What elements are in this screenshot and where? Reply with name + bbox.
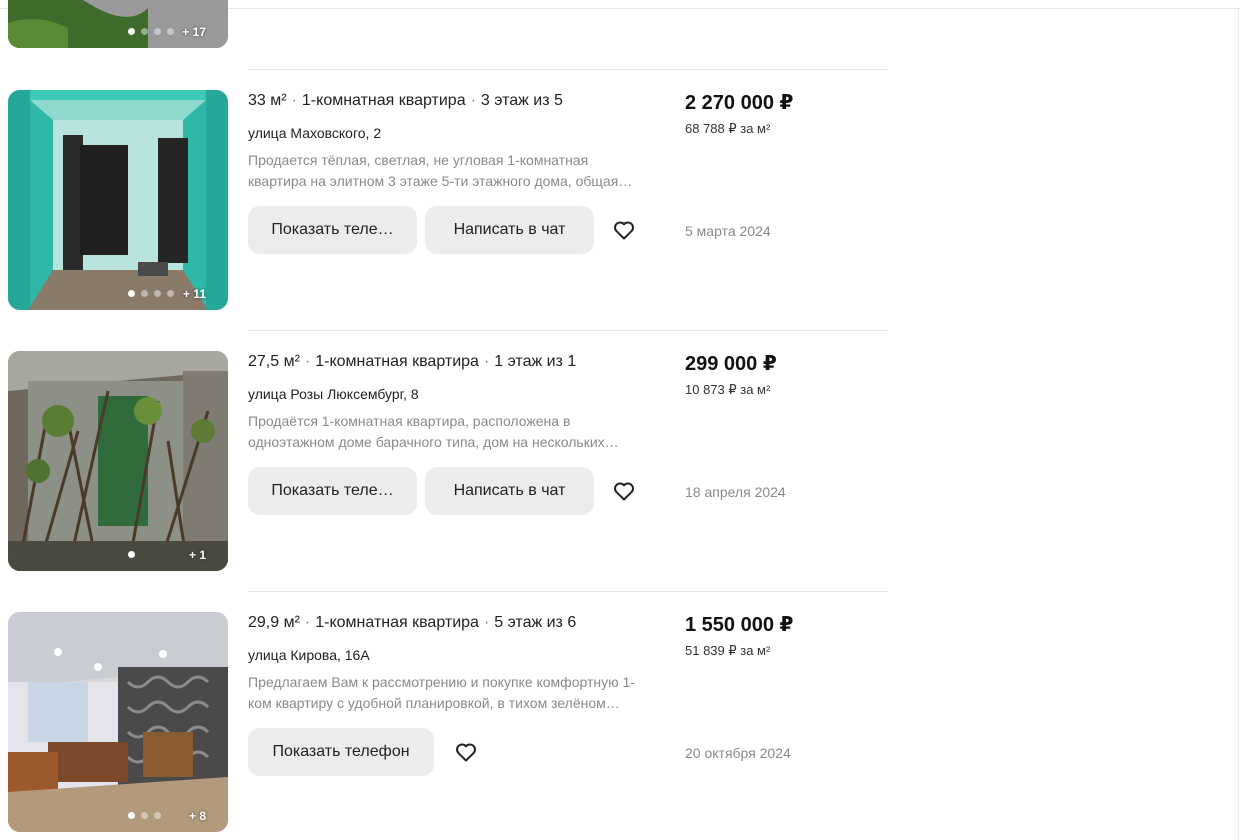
write-chat-button[interactable]: Написать в чат bbox=[425, 467, 594, 515]
show-phone-button[interactable]: Показать телефон bbox=[248, 728, 434, 776]
photo-image bbox=[8, 90, 228, 310]
separator: · bbox=[304, 353, 311, 370]
listing-card[interactable]: + 8 29,9 м² · 1-комнатная квартира · 5 этаж … bbox=[8, 591, 888, 832]
more-photos-count: + 1 bbox=[188, 548, 206, 562]
pagination-dot bbox=[128, 28, 135, 35]
listing-params[interactable]: 33 м² · 1-комнатная квартира · 3 этаж из 5 bbox=[248, 92, 563, 110]
heart-outline-icon[interactable] bbox=[612, 479, 636, 503]
heart-outline-icon[interactable] bbox=[454, 740, 478, 764]
listing-divider bbox=[248, 330, 888, 331]
pagination-dot bbox=[128, 290, 135, 297]
apartment-type: 1-комнатная квартира bbox=[301, 92, 466, 109]
floor: 5 этаж из 6 bbox=[494, 614, 577, 631]
listing-date: 20 октября 2024 bbox=[685, 745, 791, 761]
pagination-dot bbox=[141, 290, 148, 297]
listing-photo-previous[interactable]: + 17 bbox=[8, 0, 228, 48]
pagination-dot bbox=[167, 290, 174, 297]
photo-image bbox=[8, 612, 228, 832]
listing-address[interactable]: улица Маховского, 2 bbox=[248, 125, 381, 141]
pagination-dot bbox=[154, 812, 161, 819]
area: 33 м² bbox=[248, 92, 287, 109]
separator: · bbox=[291, 92, 297, 109]
pagination-dot bbox=[141, 28, 148, 35]
right-divider bbox=[1238, 8, 1239, 840]
apartment-type: 1-комнатная квартира bbox=[315, 614, 479, 631]
listing-address[interactable]: улица Розы Люксембург, 8 bbox=[248, 386, 419, 402]
more-photos-count: + 17 bbox=[182, 25, 206, 39]
price-per-m2: 68 788 ₽ за м² bbox=[685, 121, 771, 136]
floor: 3 этаж из 5 bbox=[480, 92, 563, 109]
show-phone-button[interactable]: Показать теле… bbox=[248, 467, 417, 515]
photo-pagination bbox=[128, 812, 161, 819]
more-photos-count: + 11 bbox=[182, 287, 206, 301]
photo-pagination bbox=[128, 290, 174, 297]
listing-card[interactable]: + 11 33 м² · 1-комнатная квартира · 3 этаж и… bbox=[8, 69, 888, 310]
listing-card[interactable]: + 1 27,5 м² · 1-комнатная квартира · 1 этаж … bbox=[8, 330, 888, 571]
price-per-m2: 51 839 ₽ за м² bbox=[685, 643, 771, 658]
listing-price: 299 000 ₽ bbox=[685, 353, 777, 375]
write-chat-button[interactable]: Написать в чат bbox=[425, 206, 594, 254]
price-per-m2: 10 873 ₽ за м² bbox=[685, 382, 771, 397]
photo-pagination bbox=[128, 551, 135, 558]
photo-image bbox=[8, 351, 228, 571]
photo-image bbox=[8, 0, 228, 48]
listing-description: Продаётся 1-комнатная квартира, располож… bbox=[248, 411, 648, 453]
more-photos-count: + 8 bbox=[188, 809, 206, 823]
pagination-dot bbox=[167, 28, 174, 35]
photo-pagination bbox=[128, 28, 174, 35]
separator: · bbox=[304, 614, 311, 631]
pagination-dot bbox=[141, 812, 148, 819]
pagination-dot bbox=[128, 812, 135, 819]
listing-params[interactable]: 27,5 м² · 1-комнатная квартира · 1 этаж из 1 bbox=[248, 353, 576, 371]
listing-params[interactable]: 29,9 м² · 1-комнатная квартира · 5 этаж из 6 bbox=[248, 614, 576, 632]
description-line: одноэтажном доме барачного типа, дом на … bbox=[248, 434, 619, 450]
show-phone-button[interactable]: Показать теле… bbox=[248, 206, 417, 254]
listing-date: 5 марта 2024 bbox=[685, 223, 771, 239]
listing-photo[interactable]: + 8 bbox=[8, 612, 228, 832]
pagination-dot bbox=[128, 551, 135, 558]
description-line: Продаётся 1-комнатная квартира, располож… bbox=[248, 413, 571, 429]
listing-photo[interactable]: + 11 bbox=[8, 90, 228, 310]
floor: 1 этаж из 1 bbox=[494, 353, 577, 370]
separator: · bbox=[483, 614, 490, 631]
listing-divider bbox=[248, 69, 888, 70]
listing-address[interactable]: улица Кирова, 16А bbox=[248, 647, 370, 663]
pagination-dot bbox=[154, 28, 161, 35]
pagination-dot bbox=[154, 290, 161, 297]
listing-photo[interactable]: + 1 bbox=[8, 351, 228, 571]
description-line: ком квартиру с удобной планировкой, в ти… bbox=[248, 695, 620, 711]
area: 29,9 м² bbox=[248, 614, 300, 631]
listing-divider bbox=[248, 591, 888, 592]
separator: · bbox=[470, 92, 476, 109]
heart-outline-icon[interactable] bbox=[612, 218, 636, 242]
apartment-type: 1-комнатная квартира bbox=[315, 353, 479, 370]
listing-description: Продается тёплая, светлая, не угловая 1-… bbox=[248, 150, 648, 192]
area: 27,5 м² bbox=[248, 353, 300, 370]
description-line: Предлагаем Вам к рассмотрению и покупке … bbox=[248, 674, 635, 690]
description-line: квартира на элитном 3 этаже 5-ти этажног… bbox=[248, 173, 633, 189]
listing-description: Предлагаем Вам к рассмотрению и покупке … bbox=[248, 672, 648, 714]
listing-price: 2 270 000 ₽ bbox=[685, 92, 794, 114]
listings-page: + 17 + 11 33 м² · 1-комнатная квартира ·… bbox=[0, 0, 1240, 840]
separator: · bbox=[483, 353, 490, 370]
listing-date: 18 апреля 2024 bbox=[685, 484, 786, 500]
description-line: Продается тёплая, светлая, не угловая 1-… bbox=[248, 152, 589, 168]
listing-price: 1 550 000 ₽ bbox=[685, 614, 794, 636]
